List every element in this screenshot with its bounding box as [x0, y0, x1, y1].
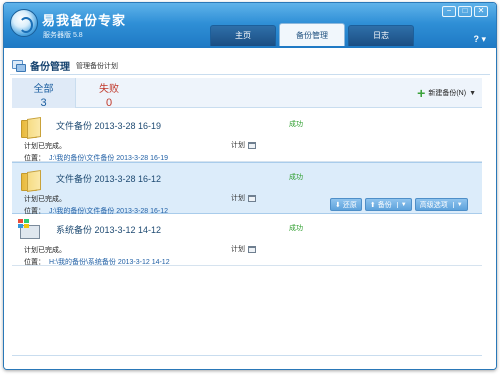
arrow-down-icon: ⬇ [335, 201, 341, 209]
close-button[interactable]: ✕ [474, 6, 488, 17]
list-item[interactable]: 文件备份 2013-3-28 16-19 成功 计划已完成。 计划 位置： J:\… [12, 110, 482, 162]
restore-button[interactable]: ⬇ 还原 [330, 198, 362, 211]
filter-failed-count: 0 [105, 97, 113, 109]
plan-status-text: 计划已完成。 [24, 247, 66, 254]
advanced-options-label: 高级选项 [419, 201, 448, 209]
backup-name: 系统备份 2013-3-12 14-12 [56, 225, 162, 235]
status-badge: 成功 [289, 225, 303, 232]
list-item[interactable]: 系统备份 2013-3-12 14-12 成功 计划已完成。 计划 位置： H:\… [12, 214, 482, 266]
window-controls: − □ ✕ [442, 6, 488, 17]
help-icon: ? [473, 34, 479, 44]
plan-label: 计划 [231, 195, 245, 202]
advanced-options-button[interactable]: 高级选项 ▼ [414, 198, 468, 211]
tab-backup-management[interactable]: 备份管理 [279, 23, 345, 46]
tab-home[interactable]: 主页 [210, 25, 276, 46]
chevron-down-icon: ▼ [469, 89, 476, 97]
calendar-icon [248, 141, 256, 149]
filter-failed-label: 失败 [99, 84, 119, 95]
stats-bar: 全部 3 失败 0 + 新建备份(N) ▼ [12, 78, 482, 109]
plan-link[interactable]: 计划 [231, 244, 256, 254]
location-link[interactable]: J:\我的备份\文件备份 2013-3-28 16-19 [49, 155, 168, 162]
filter-all-label: 全部 [33, 84, 54, 95]
filter-all-count: 3 [40, 97, 47, 109]
page-subtitle: 管理备份计划 [76, 62, 118, 70]
calendar-icon [248, 194, 256, 202]
plus-icon: + [417, 85, 426, 101]
plan-link[interactable]: 计划 [231, 193, 256, 203]
restore-label: 还原 [342, 201, 357, 209]
app-title: 易我备份专家 [42, 13, 127, 28]
page-header: 备份管理 管理备份计划 [12, 58, 118, 73]
maximize-button[interactable]: □ [458, 6, 472, 17]
minimize-button[interactable]: − [442, 6, 456, 17]
app-window: 易我备份专家 服务器版 5.8 − □ ✕ ? ▾ 主页 备份管理 日志 备份管… [3, 2, 497, 370]
backup-name: 文件备份 2013-3-28 16-19 [56, 121, 162, 131]
arrow-up-icon: ⬆ [369, 201, 376, 209]
chevron-down-icon: ▼ [396, 201, 407, 208]
tab-log[interactable]: 日志 [348, 25, 414, 46]
windows-system-icon [18, 219, 42, 241]
row-actions: ⬇ 还原 ⬆ 备份 ▼ 高级选项 ▼ [330, 198, 468, 211]
plan-label: 计划 [231, 246, 245, 253]
filter-failed[interactable]: 失败 0 [77, 78, 141, 109]
help-button[interactable]: ? ▾ [473, 34, 486, 45]
backup-label: 备份 [377, 201, 392, 209]
location-link[interactable]: H:\我的备份\系统备份 2013-3-12 14-12 [49, 259, 170, 266]
chevron-down-icon: ▼ [452, 201, 463, 208]
status-badge: 成功 [289, 121, 303, 128]
app-logo-icon [10, 9, 38, 37]
list-item[interactable]: 文件备份 2013-3-28 16-12 成功 计划已完成。 计划 位置： J:\… [12, 162, 482, 215]
backup-button[interactable]: ⬆ 备份 ▼ [364, 198, 412, 211]
new-backup-label: 新建备份(N) [428, 90, 467, 97]
backup-list: 文件备份 2013-3-28 16-19 成功 计划已完成。 计划 位置： J:\… [12, 110, 482, 266]
location-row: 位置： H:\我的备份\系统备份 2013-3-12 14-12 [24, 257, 170, 267]
list-bottom-divider [12, 355, 482, 356]
backup-management-icon [12, 59, 26, 72]
plan-link[interactable]: 计划 [231, 140, 256, 150]
app-edition: 服务器版 5.8 [43, 32, 83, 39]
filter-all[interactable]: 全部 3 [12, 78, 76, 109]
backup-name: 文件备份 2013-3-28 16-12 [56, 174, 162, 184]
title-bar: 易我备份专家 服务器版 5.8 − □ ✕ ? ▾ 主页 备份管理 日志 [4, 3, 496, 48]
main-content: 备份管理 管理备份计划 全部 3 失败 0 + 新建备份(N) ▼ 文件备份 2… [4, 48, 496, 369]
plan-status-text: 计划已完成。 [24, 196, 66, 203]
location-label: 位置： [24, 155, 45, 162]
location-label: 位置： [24, 259, 45, 266]
folder-icon [21, 171, 41, 191]
header-divider [10, 74, 490, 75]
calendar-icon [248, 245, 256, 253]
new-backup-button[interactable]: + 新建备份(N) ▼ [417, 85, 476, 101]
plan-status-text: 计划已完成。 [24, 143, 66, 150]
folder-icon [21, 118, 41, 138]
plan-label: 计划 [231, 142, 245, 149]
chevron-down-icon: ▾ [481, 34, 486, 44]
page-title: 备份管理 [30, 62, 70, 73]
status-badge: 成功 [289, 174, 303, 181]
main-tabs: 主页 备份管理 日志 [210, 23, 414, 46]
